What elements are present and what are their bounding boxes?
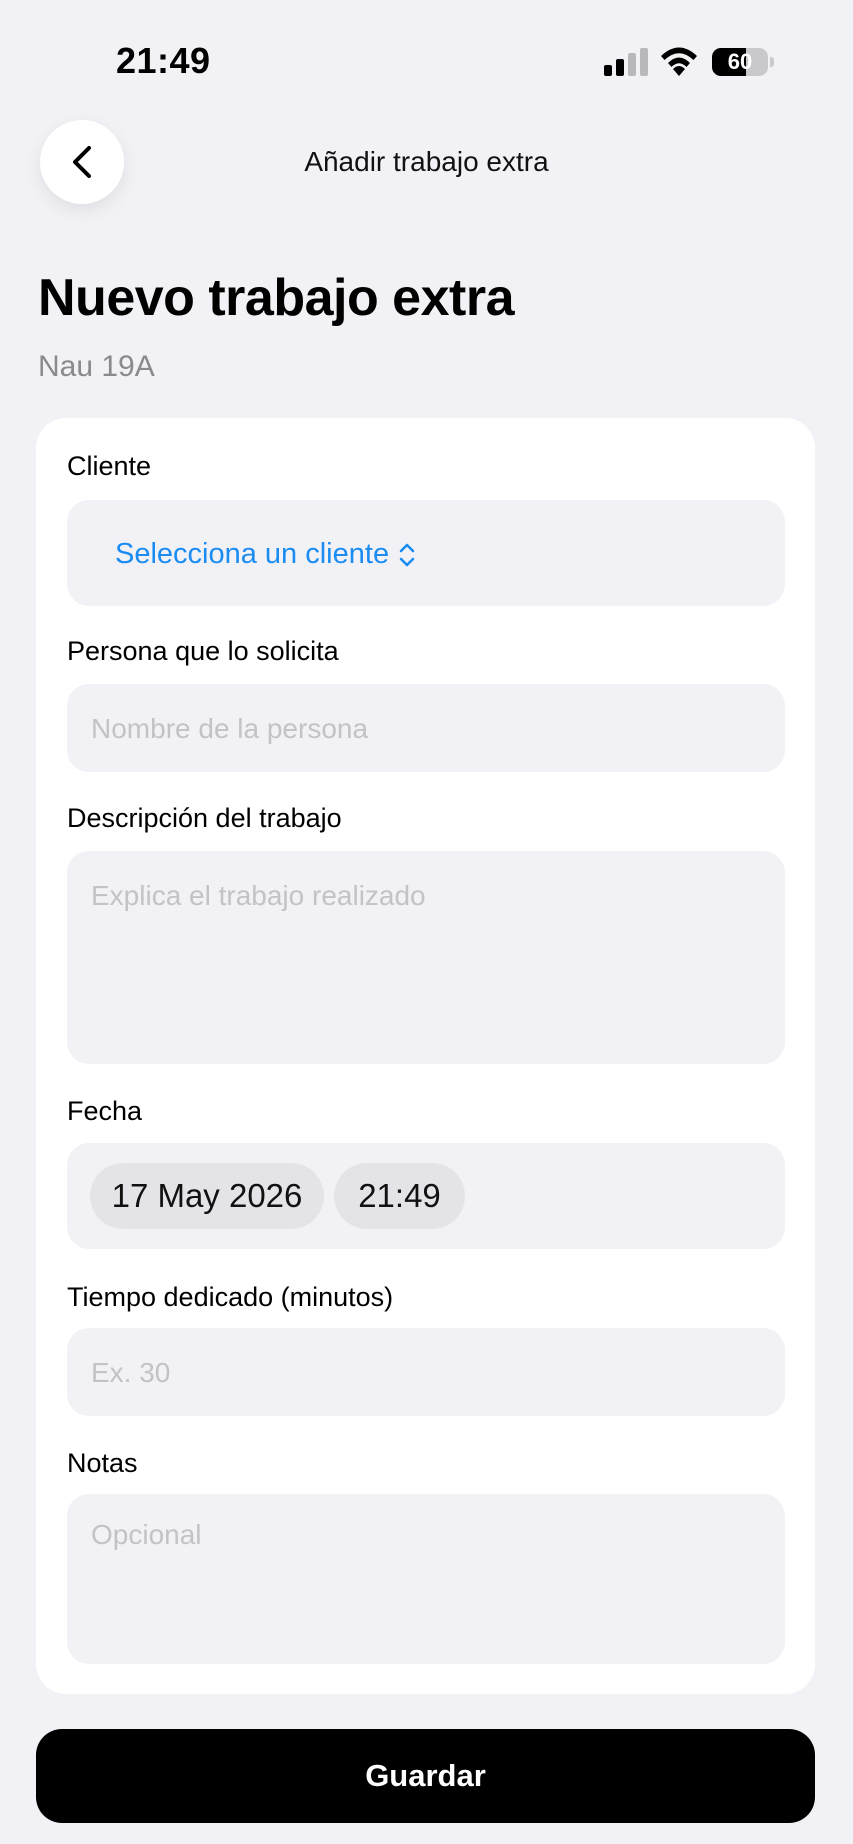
requester-placeholder: Nombre de la persona <box>91 713 369 744</box>
status-time: 21:49 <box>116 40 211 81</box>
page-subtitle: Nau 19A <box>38 350 155 383</box>
notes-textarea[interactable]: Opcional <box>67 1494 785 1664</box>
time-picker-button[interactable]: 21:49 <box>334 1163 465 1229</box>
page-title: Nuevo trabajo extra <box>38 269 515 327</box>
date-field: 17 May 2026 21:49 <box>67 1143 785 1249</box>
client-select-text: Selecciona un cliente <box>115 538 390 570</box>
description-placeholder: Explica el trabajo realizado <box>91 880 426 911</box>
battery-level: 60 <box>727 49 753 74</box>
status-bar: 21:49 60 <box>0 0 853 110</box>
notes-placeholder: Opcional <box>91 1519 202 1550</box>
time-spent-placeholder: Ex. 30 <box>91 1357 171 1388</box>
wifi-icon <box>658 44 700 78</box>
time-spent-input[interactable]: Ex. 30 <box>67 1328 785 1416</box>
save-button[interactable]: Guardar <box>36 1729 815 1823</box>
description-textarea[interactable]: Explica el trabajo realizado <box>67 851 785 1064</box>
date-picker-button[interactable]: 17 May 2026 <box>90 1163 324 1229</box>
battery-icon: 60 <box>712 48 768 76</box>
client-label: Cliente <box>67 451 152 481</box>
client-select-value: Selecciona un cliente <box>115 538 417 571</box>
battery-cap <box>770 57 774 67</box>
nav-title: Añadir trabajo extra <box>304 146 549 177</box>
cellular-signal-icon <box>604 48 648 76</box>
time-spent-label: Tiempo dedicado (minutos) <box>67 1282 394 1312</box>
requester-input[interactable]: Nombre de la persona <box>67 684 785 772</box>
chevron-up-down-icon <box>399 543 415 566</box>
client-select[interactable]: Selecciona un cliente <box>67 500 785 606</box>
requester-label: Persona que lo solicita <box>67 636 339 666</box>
date-label: Fecha <box>67 1096 143 1126</box>
description-label: Descripción del trabajo <box>67 803 342 833</box>
notes-label: Notas <box>67 1448 138 1478</box>
